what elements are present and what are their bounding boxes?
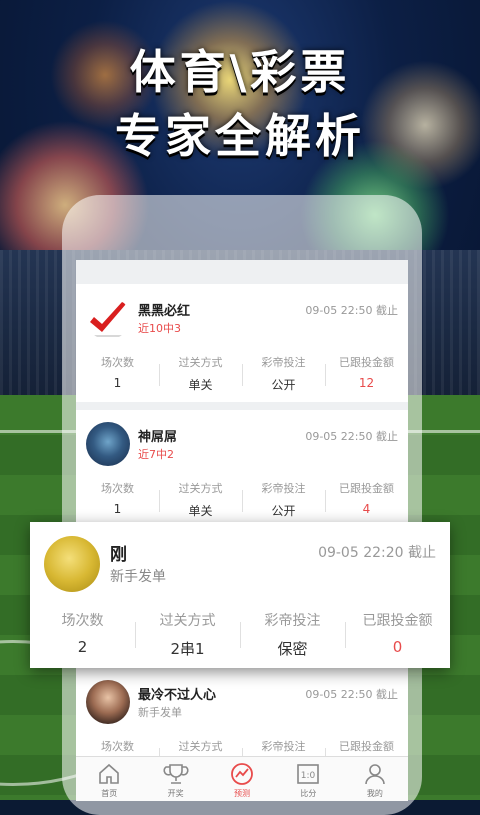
stat-pass-type: 过关方式 单关 xyxy=(159,354,242,398)
tab-home[interactable]: 首页 xyxy=(76,757,142,801)
stat-label: 已跟投金额 xyxy=(339,482,394,495)
highlighted-prediction-card[interactable]: 刚 新手发单 09-05 22:20 截止 场次数 2 过关方式 2串1 彩帝投… xyxy=(30,522,450,668)
expert-name: 最冷不过人心 xyxy=(138,688,217,703)
stat-label: 场次数 xyxy=(101,740,134,753)
prediction-card[interactable]: 黑黑必红 近10中3 09-05 22:50 截止 场次数 1 过关方式 单关 … xyxy=(76,284,408,402)
stat-followed: 已跟投金额 0 xyxy=(345,610,450,660)
stat-label: 场次数 xyxy=(61,613,104,629)
tab-label: 开奖 xyxy=(167,789,184,798)
avatar xyxy=(44,536,100,592)
stat-label: 场次数 xyxy=(101,482,134,495)
avatar xyxy=(86,422,130,466)
prediction-card[interactable]: 神屌屌 近7中2 09-05 22:50 截止 场次数 1 过关方式 单关 彩帝… xyxy=(76,410,408,528)
deadline-time: 09-05 22:20 截止 xyxy=(318,545,436,561)
stat-label: 过关方式 xyxy=(178,482,223,495)
stat-label: 彩帝投注 xyxy=(261,356,306,369)
deadline-time: 09-05 22:50 截止 xyxy=(305,430,398,443)
stat-value: 2串1 xyxy=(170,640,205,658)
stat-label: 过关方式 xyxy=(159,613,216,629)
stat-label: 已跟投金额 xyxy=(339,356,394,369)
win-record: 近7中2 xyxy=(138,448,174,461)
card-stats: 场次数 1 过关方式 单关 彩帝投注 公开 已跟投金额 4 xyxy=(76,480,408,524)
deadline-time: 09-05 22:50 截止 xyxy=(305,304,398,317)
stat-value: 12 xyxy=(358,376,375,390)
tab-label: 首页 xyxy=(101,789,118,798)
win-record: 近10中3 xyxy=(138,322,181,335)
tab-label: 预测 xyxy=(234,789,251,798)
tab-lottery-results[interactable]: 开奖 xyxy=(142,757,208,801)
expert-name: 刚 xyxy=(110,545,127,565)
stat-followed: 已跟投金额 12 xyxy=(325,354,408,398)
stat-value: 1 xyxy=(113,376,122,390)
expert-name: 神屌屌 xyxy=(138,430,178,445)
stat-label: 彩帝投注 xyxy=(261,740,306,753)
stat-investment: 彩帝投注 公开 xyxy=(242,354,325,398)
stat-label: 彩帝投注 xyxy=(261,482,306,495)
avatar xyxy=(86,296,130,340)
stat-value: 保密 xyxy=(277,640,308,658)
stat-value: 4 xyxy=(362,502,371,516)
stat-matches: 场次数 2 xyxy=(30,610,135,660)
stat-value: 公开 xyxy=(271,378,296,392)
prediction-card[interactable]: 最冷不过人心 新手发单 09-05 22:50 截止 场次数 过关方式 彩帝投注… xyxy=(76,668,408,770)
stat-value: 单关 xyxy=(188,504,213,518)
stat-pass-type: 过关方式 2串1 xyxy=(135,610,240,660)
trophy-icon xyxy=(163,764,189,784)
tab-label: 比分 xyxy=(300,789,317,798)
stat-matches: 场次数 1 xyxy=(76,480,159,524)
win-record: 新手发单 xyxy=(110,569,166,585)
avatar xyxy=(86,680,130,724)
stat-value: 1 xyxy=(113,502,122,516)
stat-followed: 已跟投金额 4 xyxy=(325,480,408,524)
stat-value: 公开 xyxy=(271,504,296,518)
stat-pass-type: 过关方式 单关 xyxy=(159,480,242,524)
tab-profile[interactable]: 我的 xyxy=(342,757,408,801)
tab-label: 我的 xyxy=(366,789,383,798)
stat-label: 过关方式 xyxy=(178,356,223,369)
stat-value: 2 xyxy=(77,638,88,656)
stat-value: 单关 xyxy=(188,378,213,392)
stat-label: 场次数 xyxy=(101,356,134,369)
card-stats: 场次数 1 过关方式 单关 彩帝投注 公开 已跟投金额 12 xyxy=(76,354,408,398)
win-record: 新手发单 xyxy=(138,706,182,719)
chart-circle-icon xyxy=(231,763,253,785)
stat-label: 已跟投金额 xyxy=(339,740,394,753)
tab-prediction[interactable]: 预测 xyxy=(209,757,275,801)
checkmark-icon xyxy=(90,302,126,337)
bottom-tab-bar: 首页 开奖 预测 1:0 比分 我的 xyxy=(76,756,408,801)
scoreboard-icon: 1:0 xyxy=(297,764,320,784)
stat-matches: 场次数 1 xyxy=(76,354,159,398)
tab-scores[interactable]: 1:0 比分 xyxy=(275,757,341,801)
headline-line-2: 专家全解析 xyxy=(115,109,365,163)
stat-label: 已跟投金额 xyxy=(362,613,433,629)
stat-investment: 彩帝投注 保密 xyxy=(240,610,345,660)
stat-label: 过关方式 xyxy=(178,740,223,753)
svg-text:1:0: 1:0 xyxy=(301,771,316,781)
card-stats: 场次数 2 过关方式 2串1 彩帝投注 保密 已跟投金额 0 xyxy=(30,610,450,660)
user-icon xyxy=(365,764,385,785)
stat-label: 彩帝投注 xyxy=(264,613,321,629)
expert-name: 黑黑必红 xyxy=(138,304,191,319)
home-icon xyxy=(99,763,120,784)
headline-line-1: 体育\彩票 xyxy=(129,45,351,99)
stat-investment: 彩帝投注 公开 xyxy=(242,480,325,524)
stat-value: 0 xyxy=(392,638,403,656)
deadline-time: 09-05 22:50 截止 xyxy=(305,688,398,701)
